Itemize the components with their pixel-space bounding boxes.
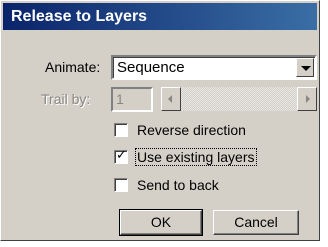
trail-by-field[interactable]: 1 [111,87,153,112]
dialog-title: Release to Layers [3,3,317,30]
arrow-right-icon [306,95,310,103]
reverse-direction-checkbox[interactable] [114,123,128,137]
send-to-back-checkbox[interactable] [114,178,128,192]
chevron-down-icon [301,66,311,71]
cancel-button[interactable]: Cancel [213,210,299,235]
use-existing-layers-checkbox[interactable]: ✓ [114,148,128,164]
reverse-direction-label[interactable]: Reverse direction [136,122,247,138]
animate-dropdown-button[interactable] [296,58,314,77]
trail-by-scrollbar[interactable] [161,87,317,111]
scroll-right-button[interactable] [297,87,317,111]
send-to-back-label[interactable]: Send to back [136,177,220,193]
animate-select[interactable]: Sequence [111,55,317,80]
use-existing-layers-label[interactable]: Use existing layers [135,148,257,166]
trail-by-value: 1 [116,91,124,107]
animate-label: Animate: [45,59,101,75]
ok-button[interactable]: OK [119,209,203,236]
animate-select-value: Sequence [117,59,185,76]
arrow-left-icon [168,95,172,103]
trail-by-label: Trail by: [41,91,91,107]
release-to-layers-dialog: Release to Layers Animate: Sequence Trai… [0,0,320,241]
scroll-left-button[interactable] [161,87,181,111]
checkmark-icon: ✓ [116,148,127,163]
